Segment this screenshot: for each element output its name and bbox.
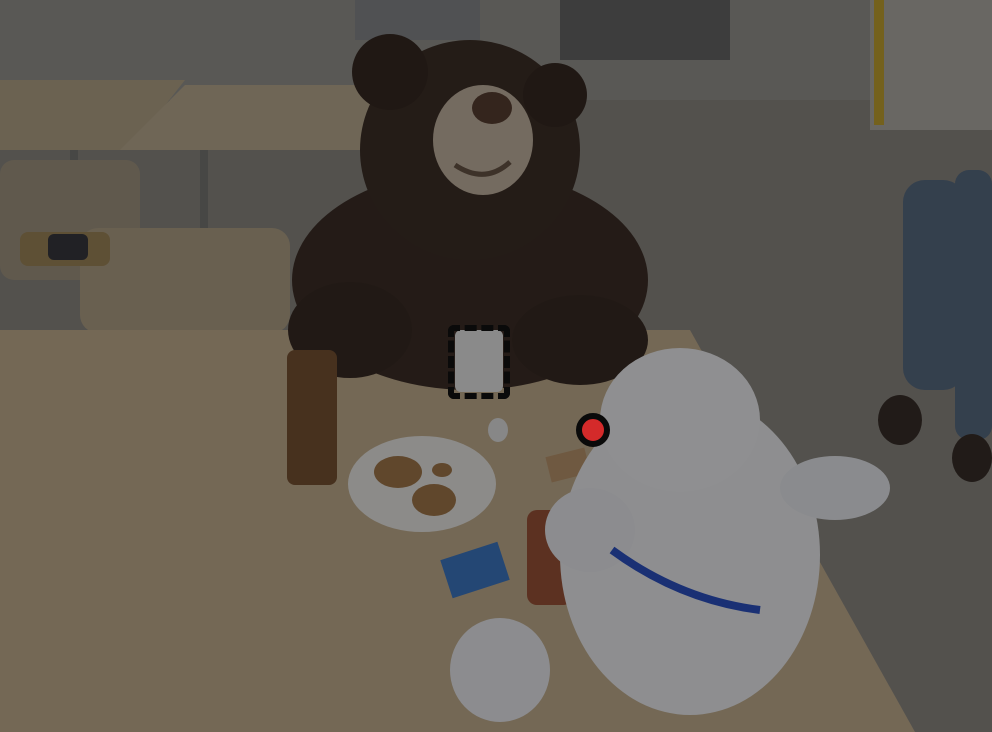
bounding-box-marker xyxy=(448,325,510,399)
annotated-photo xyxy=(0,0,992,732)
point-marker xyxy=(576,413,610,447)
